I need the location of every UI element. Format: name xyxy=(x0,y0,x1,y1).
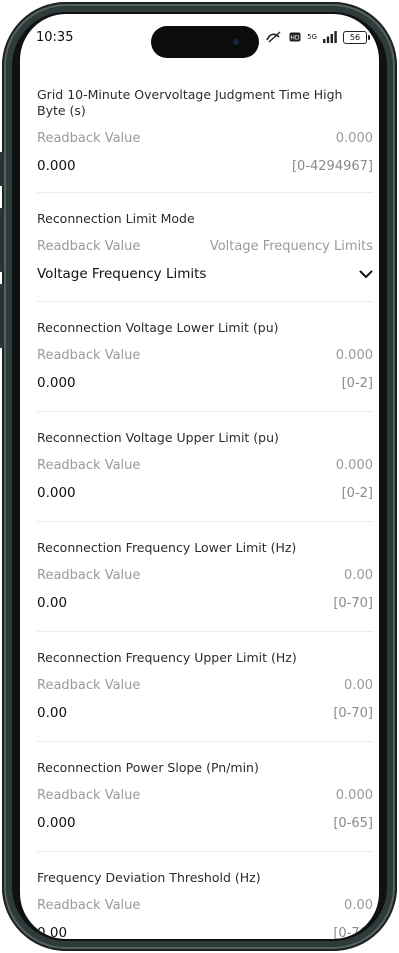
readback-value: 0.000 xyxy=(335,131,373,146)
setting-item: Reconnection Voltage Lower Limit (pu) Re… xyxy=(37,302,373,412)
battery-icon: 56 xyxy=(343,30,370,44)
readback-value: 0.00 xyxy=(344,898,373,913)
setting-title: Reconnection Frequency Lower Limit (Hz) xyxy=(37,540,297,555)
value-input-row[interactable]: 0.00 [0-70] xyxy=(37,595,373,611)
value-input-row[interactable]: 0.000 [0-65] xyxy=(37,815,373,831)
mute-switch xyxy=(0,152,4,186)
readback-row: Readback Value 0.00 xyxy=(37,568,373,583)
status-bar: 10:35 HD 5G 56 xyxy=(20,14,379,66)
readback-label: Readback Value xyxy=(37,898,141,913)
svg-text:HD: HD xyxy=(291,35,301,42)
range-hint: [0-70] xyxy=(333,595,373,611)
data-saver-icon xyxy=(266,31,281,43)
setting-item: Grid 10-Minute Overvoltage Judgment Time… xyxy=(37,70,373,193)
setting-title: Reconnection Voltage Upper Limit (pu) xyxy=(37,430,279,445)
setting-title: Frequency Deviation Threshold (Hz) xyxy=(37,870,261,885)
readback-label: Readback Value xyxy=(37,239,141,254)
range-hint: [0-70] xyxy=(333,925,373,940)
readback-row: Readback Value 0.000 xyxy=(37,788,373,803)
range-hint: [0-2] xyxy=(341,485,373,501)
readback-row: Readback Value Voltage Frequency Limits xyxy=(37,239,373,254)
dropdown-selected-value: Voltage Frequency Limits xyxy=(37,266,207,282)
readback-row: Readback Value 0.000 xyxy=(37,458,373,473)
readback-label: Readback Value xyxy=(37,678,141,693)
value-input[interactable]: 0.00 xyxy=(37,705,67,721)
readback-label: Readback Value xyxy=(37,348,141,363)
range-hint: [0-4294967] xyxy=(291,158,373,174)
value-input-row[interactable]: 0.000 [0-2] xyxy=(37,485,373,501)
value-input[interactable]: 0.000 xyxy=(37,815,76,831)
setting-item: Reconnection Power Slope (Pn/min) Readba… xyxy=(37,742,373,852)
camera-dot xyxy=(233,39,239,45)
setting-item: Reconnection Voltage Upper Limit (pu) Re… xyxy=(37,412,373,522)
readback-label: Readback Value xyxy=(37,458,141,473)
value-input[interactable]: 0.00 xyxy=(37,925,67,939)
readback-row: Readback Value 0.00 xyxy=(37,678,373,693)
readback-row: Readback Value 0.00 xyxy=(37,898,373,913)
setting-title: Reconnection Power Slope (Pn/min) xyxy=(37,760,259,775)
setting-item: Frequency Deviation Threshold (Hz) Readb… xyxy=(37,852,373,939)
battery-level: 56 xyxy=(349,32,361,42)
readback-value: 0.000 xyxy=(335,348,373,363)
setting-title: Reconnection Limit Mode xyxy=(37,211,195,226)
settings-list: Grid 10-Minute Overvoltage Judgment Time… xyxy=(37,70,373,939)
signal-icon xyxy=(323,31,337,43)
readback-label: Readback Value xyxy=(37,788,141,803)
network-type-label: 5G xyxy=(307,32,317,41)
volume-up-button xyxy=(0,208,4,272)
value-input[interactable]: 0.000 xyxy=(37,158,76,174)
setting-item: Reconnection Frequency Upper Limit (Hz) … xyxy=(37,632,373,742)
chevron-down-icon[interactable] xyxy=(359,270,373,279)
limit-mode-dropdown[interactable]: Voltage Frequency Limits xyxy=(37,266,373,282)
value-input-row[interactable]: 0.000 [0-2] xyxy=(37,375,373,391)
range-hint: [0-2] xyxy=(341,375,373,391)
volume-down-button xyxy=(0,284,4,348)
screen: 10:35 HD 5G 56 Grid 10-Minute Overvoltag… xyxy=(20,14,379,939)
status-time: 10:35 xyxy=(36,30,74,45)
readback-value: 0.000 xyxy=(335,788,373,803)
setting-title: Reconnection Frequency Upper Limit (Hz) xyxy=(37,650,297,665)
status-icons: HD 5G 56 xyxy=(265,30,370,44)
value-input-row[interactable]: 0.00 [0-70] xyxy=(37,705,373,721)
readback-label: Readback Value xyxy=(37,568,141,583)
readback-value: 0.00 xyxy=(344,568,373,583)
dynamic-island xyxy=(151,26,259,58)
setting-item: Reconnection Limit Mode Readback Value V… xyxy=(37,193,373,302)
range-hint: [0-70] xyxy=(333,705,373,721)
readback-row: Readback Value 0.000 xyxy=(37,348,373,363)
hd-icon: HD xyxy=(289,32,301,42)
readback-label: Readback Value xyxy=(37,131,141,146)
readback-value: 0.00 xyxy=(344,678,373,693)
setting-item: Reconnection Frequency Lower Limit (Hz) … xyxy=(37,522,373,632)
range-hint: [0-65] xyxy=(333,815,373,831)
readback-row: Readback Value 0.000 xyxy=(37,131,373,146)
value-input-row[interactable]: 0.000 [0-4294967] xyxy=(37,158,373,174)
value-input-row[interactable]: 0.00 [0-70] xyxy=(37,925,373,939)
value-input[interactable]: 0.000 xyxy=(37,375,76,391)
value-input[interactable]: 0.00 xyxy=(37,595,67,611)
value-input[interactable]: 0.000 xyxy=(37,485,76,501)
readback-value: Voltage Frequency Limits xyxy=(209,239,373,254)
setting-title: Grid 10-Minute Overvoltage Judgment Time… xyxy=(37,87,343,118)
setting-title: Reconnection Voltage Lower Limit (pu) xyxy=(37,320,279,335)
readback-value: 0.000 xyxy=(335,458,373,473)
